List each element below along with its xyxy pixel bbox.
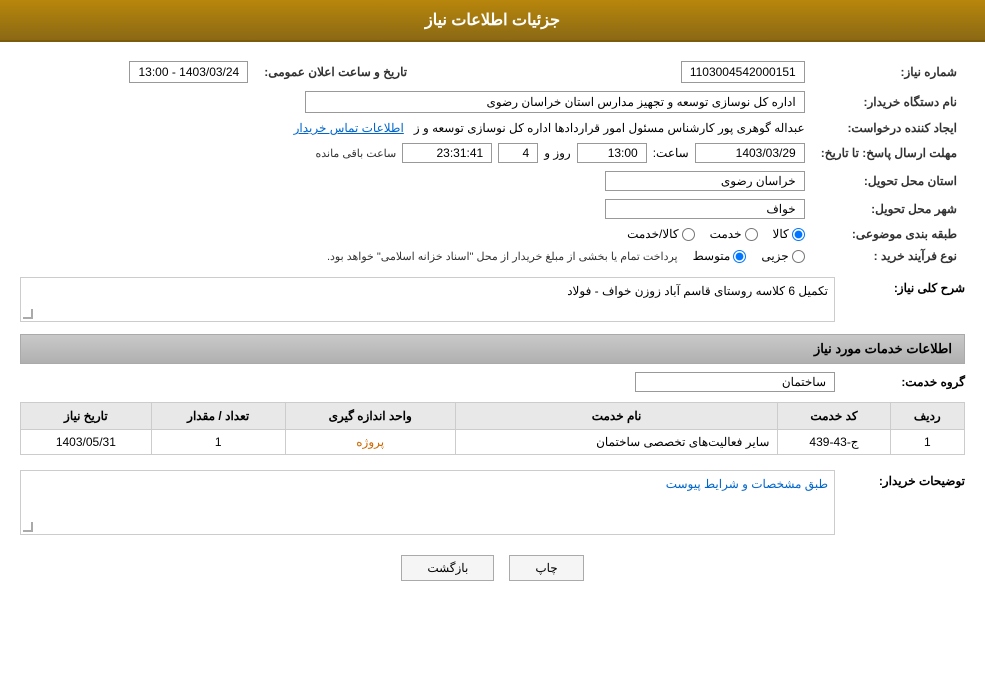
- announcement-label: تاریخ و ساعت اعلان عمومی:: [256, 57, 427, 87]
- process-jozii-label: جزیی: [761, 249, 788, 263]
- creator-value: عبداله گوهری پور کارشناس مسئول امور قرار…: [414, 121, 805, 135]
- buyer-resize-handle[interactable]: [23, 522, 33, 532]
- process-motavasset-label: متوسط: [693, 249, 731, 263]
- footer-buttons: چاپ بازگشت: [20, 555, 965, 601]
- cell-row-num: 1: [890, 430, 964, 455]
- col-header-service-name: نام خدمت: [455, 403, 778, 430]
- page-title: جزئیات اطلاعات نیاز: [0, 0, 985, 42]
- buyer-org-label: نام دستگاه خریدار:: [813, 87, 965, 117]
- cell-date: 1403/05/31: [21, 430, 152, 455]
- group-label: گروه خدمت:: [835, 375, 965, 389]
- buyer-description-value: طبق مشخصات و شرایط پیوست: [666, 477, 828, 491]
- category-option-khedmat[interactable]: خدمت: [710, 227, 758, 241]
- buyer-description-label: توضیحات خریدار:: [835, 470, 965, 488]
- cell-unit: پروژه: [285, 430, 455, 455]
- category-kala-label: کالا: [773, 227, 789, 241]
- buyer-description-row: توضیحات خریدار: طبق مشخصات و شرایط پیوست: [20, 470, 965, 535]
- category-khedmat-label: خدمت: [710, 227, 742, 241]
- need-description-container: تکمیل 6 کلاسه روستای قاسم آباد زوزن خواف…: [20, 277, 835, 322]
- need-number-label: شماره نیاز:: [813, 57, 965, 87]
- category-kala-khedmat-label: کالا/خدمت: [627, 227, 678, 241]
- need-description-box: تکمیل 6 کلاسه روستای قاسم آباد زوزن خواف…: [20, 277, 835, 322]
- deadline-days: 4: [498, 143, 538, 163]
- contact-link[interactable]: اطلاعات تماس خریدار: [294, 121, 404, 135]
- category-option-kala[interactable]: کالا: [773, 227, 805, 241]
- buyer-description-container: طبق مشخصات و شرایط پیوست: [20, 470, 835, 535]
- category-label: طبقه بندی موضوعی:: [813, 223, 965, 245]
- category-radio-kala-khedmat[interactable]: [682, 228, 695, 241]
- table-row: 1 ج-43-439 سایر فعالیت‌های تخصصی ساختمان…: [21, 430, 965, 455]
- deadline-time: 13:00: [577, 143, 647, 163]
- cell-quantity: 1: [151, 430, 285, 455]
- province-label: استان محل تحویل:: [813, 167, 965, 195]
- buyer-description-box: طبق مشخصات و شرایط پیوست: [20, 470, 835, 535]
- buyer-org-value: اداره کل نوسازی توسعه و تجهیز مدارس استا…: [305, 91, 805, 113]
- city-value: خواف: [605, 199, 805, 219]
- cell-service-code: ج-43-439: [778, 430, 890, 455]
- col-header-service-code: کد خدمت: [778, 403, 890, 430]
- info-table: شماره نیاز: 1103004542000151 تاریخ و ساع…: [20, 57, 965, 267]
- services-section-title: اطلاعات خدمات مورد نیاز: [20, 334, 965, 364]
- cell-service-name: سایر فعالیت‌های تخصصی ساختمان: [455, 430, 778, 455]
- province-value: خراسان رضوی: [605, 171, 805, 191]
- category-radio-group: کالا خدمت کالا/خدمت: [28, 227, 805, 241]
- deadline-days-label: روز و: [544, 146, 571, 160]
- group-row: گروه خدمت: ساختمان: [20, 372, 965, 392]
- creator-label: ایجاد کننده درخواست:: [813, 117, 965, 139]
- resize-handle[interactable]: [23, 309, 33, 319]
- back-button[interactable]: بازگشت: [401, 555, 494, 581]
- process-option-jozii[interactable]: جزیی: [761, 249, 804, 263]
- process-note: پرداخت تمام یا بخشی از مبلغ خریدار از مح…: [327, 250, 678, 263]
- countdown-label: ساعت باقی مانده: [315, 147, 396, 160]
- process-radio-group: جزیی متوسط: [693, 249, 805, 263]
- print-button[interactable]: چاپ: [509, 555, 583, 581]
- category-option-kala-khedmat[interactable]: کالا/خدمت: [627, 227, 694, 241]
- deadline-date: 1403/03/29: [695, 143, 805, 163]
- countdown-value: 23:31:41: [402, 143, 492, 163]
- need-description-value: تکمیل 6 کلاسه روستای قاسم آباد زوزن خواف…: [567, 284, 828, 298]
- need-number-value: 1103004542000151: [681, 61, 805, 83]
- category-radio-kala[interactable]: [792, 228, 805, 241]
- col-header-row-num: ردیف: [890, 403, 964, 430]
- deadline-time-label: ساعت:: [653, 146, 689, 160]
- process-option-motavasset[interactable]: متوسط: [693, 249, 747, 263]
- group-value: ساختمان: [635, 372, 835, 392]
- announcement-value: 1403/03/24 - 13:00: [129, 61, 248, 83]
- category-radio-khedmat[interactable]: [745, 228, 758, 241]
- city-label: شهر محل تحویل:: [813, 195, 965, 223]
- process-label: نوع فرآیند خرید :: [813, 245, 965, 267]
- col-header-date: تاریخ نیاز: [21, 403, 152, 430]
- services-table: ردیف کد خدمت نام خدمت واحد اندازه گیری ت…: [20, 402, 965, 455]
- col-header-quantity: تعداد / مقدار: [151, 403, 285, 430]
- deadline-label: مهلت ارسال پاسخ: تا تاریخ:: [813, 139, 965, 167]
- col-header-unit: واحد اندازه گیری: [285, 403, 455, 430]
- process-radio-motavasset[interactable]: [733, 250, 746, 263]
- need-description-label: شرح کلی نیاز:: [835, 277, 965, 295]
- process-radio-jozii[interactable]: [792, 250, 805, 263]
- need-description-row: شرح کلی نیاز: تکمیل 6 کلاسه روستای قاسم …: [20, 277, 965, 322]
